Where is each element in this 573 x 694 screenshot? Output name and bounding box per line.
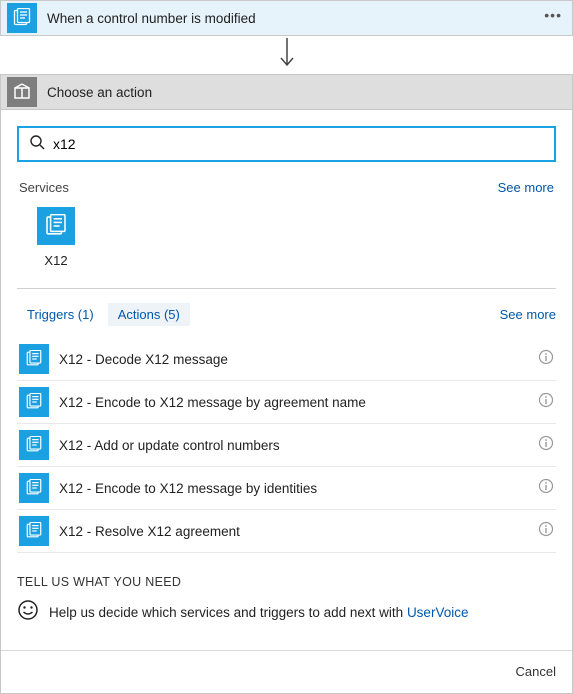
- action-item[interactable]: X12 - Encode to X12 message by identitie…: [17, 467, 556, 510]
- x12-action-icon: [19, 516, 49, 546]
- action-label: X12 - Add or update control numbers: [59, 438, 528, 453]
- help-text-body: Help us decide which services and trigge…: [49, 605, 407, 620]
- x12-service-icon: [37, 207, 75, 245]
- action-item[interactable]: X12 - Decode X12 message: [17, 338, 556, 381]
- smile-icon: [17, 599, 39, 626]
- step-title: When a control number is modified: [47, 11, 256, 26]
- services-label: Services: [19, 180, 69, 195]
- x12-action-icon: [19, 387, 49, 417]
- action-label: X12 - Resolve X12 agreement: [59, 524, 528, 539]
- search-icon: [29, 134, 45, 155]
- info-icon[interactable]: [538, 435, 554, 456]
- action-label: X12 - Decode X12 message: [59, 352, 528, 367]
- search-input[interactable]: [53, 136, 544, 152]
- tab-actions[interactable]: Actions (5): [108, 303, 190, 326]
- panel-footer: Cancel: [1, 650, 572, 693]
- info-icon[interactable]: [538, 478, 554, 499]
- action-list: X12 - Decode X12 message X12 - Encode to…: [17, 338, 556, 553]
- tab-triggers[interactable]: Triggers (1): [17, 303, 104, 326]
- choose-action-header: Choose an action: [0, 74, 573, 110]
- x12-connector-icon: [7, 3, 37, 33]
- tell-us-heading: TELL US WHAT YOU NEED: [17, 575, 556, 589]
- action-item[interactable]: X12 - Resolve X12 agreement: [17, 510, 556, 553]
- x12-action-icon: [19, 473, 49, 503]
- flow-arrow: [0, 36, 573, 74]
- services-see-more-link[interactable]: See more: [498, 180, 554, 195]
- cancel-button[interactable]: Cancel: [516, 664, 556, 679]
- action-step-icon: [7, 77, 37, 107]
- action-item[interactable]: X12 - Encode to X12 message by agreement…: [17, 381, 556, 424]
- service-tile-x12[interactable]: X12: [17, 207, 95, 268]
- action-label: X12 - Encode to X12 message by identitie…: [59, 481, 528, 496]
- step-menu-button[interactable]: •••: [544, 7, 562, 23]
- actions-see-more-link[interactable]: See more: [500, 307, 556, 322]
- uservoice-link[interactable]: UserVoice: [407, 605, 469, 620]
- search-box[interactable]: [17, 126, 556, 162]
- choose-action-title: Choose an action: [47, 85, 152, 100]
- trigger-step-header[interactable]: When a control number is modified •••: [0, 0, 573, 36]
- info-icon[interactable]: [538, 392, 554, 413]
- info-icon[interactable]: [538, 349, 554, 370]
- x12-action-icon: [19, 344, 49, 374]
- divider: [17, 288, 556, 289]
- x12-action-icon: [19, 430, 49, 460]
- action-picker-panel: Services See more X12 Triggers (1) Actio…: [0, 110, 573, 694]
- action-label: X12 - Encode to X12 message by agreement…: [59, 395, 528, 410]
- service-tile-label: X12: [17, 253, 95, 268]
- action-item[interactable]: X12 - Add or update control numbers: [17, 424, 556, 467]
- info-icon[interactable]: [538, 521, 554, 542]
- help-text: Help us decide which services and trigge…: [49, 605, 468, 620]
